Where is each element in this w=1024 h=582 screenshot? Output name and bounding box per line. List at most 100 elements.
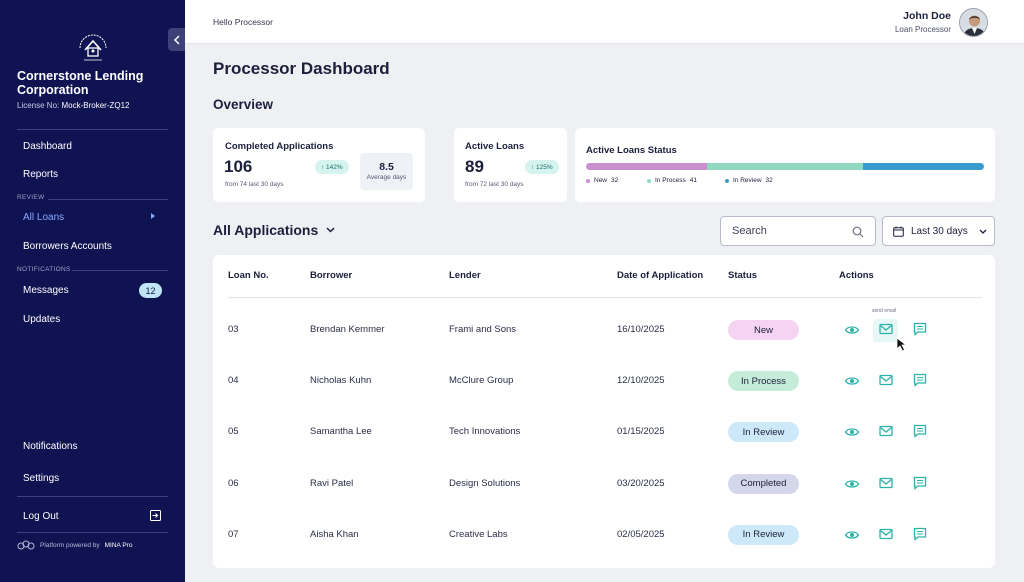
legend-in-process: In Process 41: [647, 177, 697, 184]
application-date: 03/20/2025: [617, 477, 665, 489]
application-date: 16/10/2025: [617, 324, 665, 335]
license-number: License No: Mock-Broker-ZQ12: [17, 101, 130, 110]
status-badge: In Review: [728, 422, 799, 443]
nav-reports[interactable]: Reports: [23, 169, 58, 180]
status-segment: [862, 163, 984, 170]
send-email-tooltip: send email: [872, 308, 897, 314]
user-avatar-icon: [960, 9, 987, 36]
legend-dot: [586, 178, 590, 183]
message-icon[interactable]: [912, 423, 928, 439]
logout-button[interactable]: Log Out: [23, 511, 59, 522]
page-title: Processor Dashboard: [213, 59, 390, 78]
message-icon[interactable]: [912, 372, 928, 388]
logout-icon[interactable]: [150, 510, 161, 521]
overview-title: Overview: [213, 97, 274, 112]
chevron-down-icon: [326, 227, 335, 233]
application-date: 02/05/2025: [617, 528, 665, 540]
application-date: 12/10/2025: [617, 375, 665, 387]
average-days-label: Average days: [366, 174, 407, 181]
legend-dot: [647, 178, 651, 183]
nav-dashboard[interactable]: Dashboard: [23, 141, 72, 152]
nav-messages[interactable]: Messages: [23, 285, 69, 296]
user-role: Loan Processor: [894, 25, 951, 34]
legend-label: In Process: [655, 177, 686, 184]
lender-name: McClure Group: [449, 375, 514, 387]
chevron-left-icon: [173, 34, 180, 45]
borrower-name: Aisha Khan: [310, 528, 359, 540]
message-icon[interactable]: [912, 321, 928, 337]
top-bar: Hello Processor John Doe Loan Processor: [185, 0, 1024, 44]
nav-settings[interactable]: Settings: [23, 473, 59, 484]
caret-right-icon: [151, 213, 155, 219]
active-change-badge: ↑ 125%: [525, 160, 559, 174]
avatar[interactable]: [959, 8, 988, 37]
column-header-status: Status: [728, 270, 758, 281]
lender-name: Frami and Sons: [449, 324, 517, 335]
send-email-icon[interactable]: [878, 321, 894, 337]
view-icon[interactable]: [844, 527, 860, 543]
view-icon[interactable]: [844, 424, 860, 440]
borrower-name: Nicholas Kuhn: [310, 375, 372, 387]
status-card-title: Active Loans Status: [586, 145, 677, 156]
status-badge: In Process: [728, 371, 799, 392]
application-date: 01/15/2025: [617, 426, 665, 438]
nav-notifications[interactable]: Notifications: [23, 441, 77, 452]
nav-section-notifications: NOTIFICATIONS: [17, 266, 71, 273]
company-logo: [79, 34, 107, 61]
loan-number: 05: [228, 426, 239, 438]
loan-number: 04: [228, 375, 239, 387]
legend-value: 32: [765, 177, 773, 184]
legend-label: In Review: [733, 177, 762, 184]
status-progress-bar: [586, 163, 984, 170]
legend-new: New 32: [586, 177, 618, 184]
message-icon[interactable]: [912, 475, 928, 491]
company-name: Cornerstone Lending Corporation: [17, 69, 144, 97]
status-segment: [586, 163, 708, 170]
header-divider: [228, 297, 982, 298]
sidebar: Cornerstone Lending Corporation License …: [0, 0, 185, 582]
send-email-icon[interactable]: [878, 372, 894, 388]
nav-updates[interactable]: Updates: [23, 314, 60, 325]
lender-name: Design Solutions: [449, 477, 521, 489]
send-email-icon[interactable]: [878, 526, 894, 542]
completed-subtext: from 74 last 30 days: [225, 181, 284, 188]
divider: [17, 532, 168, 533]
calendar-icon: [893, 226, 904, 237]
completed-card-title: Completed Applications: [225, 141, 334, 152]
legend-dot: [725, 178, 729, 183]
license-value: Mock-Broker-ZQ12: [61, 101, 130, 110]
nav-section-review: REVIEW: [17, 194, 45, 201]
view-icon[interactable]: [844, 476, 860, 492]
message-icon[interactable]: [912, 526, 928, 542]
powered-by-brand: MINA Pro: [104, 542, 133, 549]
view-icon[interactable]: [844, 373, 860, 389]
powered-by-text: Platform powered by: [40, 542, 100, 549]
loan-number: 07: [228, 528, 239, 540]
active-card-title: Active Loans: [465, 141, 525, 152]
borrower-name: Samantha Lee: [310, 426, 372, 438]
status-badge: Completed: [728, 473, 799, 494]
chevron-down-icon: [979, 229, 987, 234]
send-email-icon[interactable]: [878, 475, 894, 491]
all-applications-dropdown[interactable]: All Applications: [213, 222, 335, 238]
send-email-icon[interactable]: [878, 423, 894, 439]
date-range-dropdown[interactable]: Last 30 days: [882, 216, 995, 246]
borrower-name: Ravi Patel: [310, 477, 354, 489]
completed-count: 106: [224, 157, 253, 176]
loan-number: 06: [228, 477, 239, 489]
nav-all-loans[interactable]: All Loans: [23, 212, 64, 223]
borrower-name: Brendan Kemmer: [310, 324, 385, 335]
search-icon: [852, 226, 864, 238]
user-name: John Doe: [903, 10, 951, 22]
column-header-borrower: Borrower: [310, 270, 353, 281]
legend-value: 41: [689, 177, 697, 184]
status-badge: In Review: [728, 524, 799, 545]
view-icon[interactable]: [844, 322, 860, 338]
completed-change-badge: ↑ 142%: [315, 160, 349, 174]
active-count: 89: [465, 157, 484, 176]
column-header-actions: Actions: [839, 270, 874, 281]
nav-borrowers-accounts[interactable]: Borrowers Accounts: [23, 241, 112, 252]
collapse-sidebar-button[interactable]: [168, 28, 185, 51]
legend-value: 32: [611, 177, 619, 184]
search-input[interactable]: Search: [720, 216, 876, 246]
